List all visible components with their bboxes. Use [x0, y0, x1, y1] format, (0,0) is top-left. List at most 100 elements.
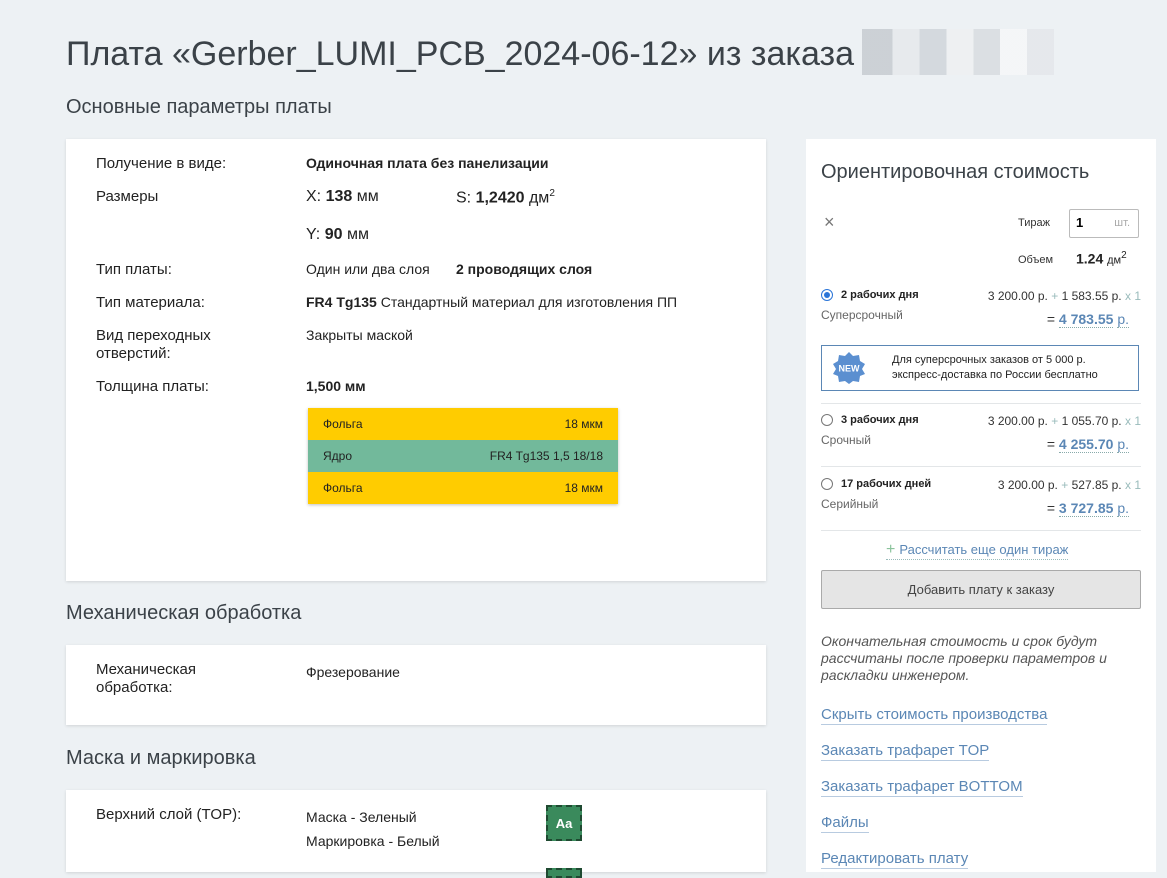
size-y: Y: 90 мм	[306, 226, 369, 244]
volume-number: 1.24	[1076, 250, 1104, 267]
option-radio-urgent[interactable]	[821, 414, 833, 426]
board-type-value: Один или два слоя	[306, 261, 430, 277]
divider	[821, 530, 1141, 531]
option-extra-price: 1 055.70 р.	[1061, 414, 1122, 428]
option-days: 2 рабочих дня	[841, 289, 919, 301]
qty-input[interactable]	[1076, 210, 1104, 235]
stackup-layer-core: Ядро FR4 Tg135 1,5 18/18	[308, 440, 618, 472]
add-board-to-order-button[interactable]: Добавить плату к заказу	[821, 570, 1141, 609]
size-y-label: Y:	[306, 226, 321, 243]
material-label: Тип материала:	[96, 294, 205, 311]
calc-another-run-text: Рассчитать еще один тираж	[899, 542, 1069, 557]
cost-title: Ориентировочная стоимость	[821, 161, 1090, 183]
plus-icon: +	[886, 541, 896, 558]
size-y-value: 90	[324, 226, 343, 243]
option-type: Срочный	[821, 433, 871, 447]
redacted-order-number	[862, 29, 1055, 75]
size-label: Размеры	[96, 188, 159, 205]
option-multiplier: x 1	[1124, 478, 1141, 492]
option-total-currency: р.	[1117, 311, 1129, 328]
option-total-currency: р.	[1117, 500, 1129, 517]
close-icon[interactable]: ×	[824, 212, 835, 233]
stackup-layer-name: Ядро	[323, 449, 353, 463]
stackup-layer-name: Фольга	[323, 481, 363, 495]
stackup-layer-value: 18 мкм	[564, 481, 603, 495]
option-base-price: 3 200.00 р.	[987, 289, 1048, 303]
new-badge-text: NEW	[839, 364, 861, 374]
stackup-layer-foil-bottom: Фольга 18 мкм	[308, 472, 618, 504]
size-s-unit: дм	[528, 189, 550, 207]
thickness-label: Толщина платы:	[96, 378, 209, 395]
option-total: = 4 783.55 р.	[959, 311, 1129, 328]
material-value: FR4 Tg135 Стандартный материал для изгот…	[306, 294, 677, 310]
option-multiplier: x 1	[1124, 414, 1141, 428]
option-eq: =	[1046, 311, 1056, 327]
divider	[821, 466, 1141, 467]
page-title: Плата «Gerber_LUMI_PCB_2024-06-12» из за…	[66, 29, 1055, 79]
size-x-value: 138	[325, 188, 353, 205]
option-radio-serial[interactable]	[821, 478, 833, 490]
stackup-layer-value: 18 мкм	[564, 417, 603, 431]
stackup-layer-value: FR4 Tg135 1,5 18/18	[489, 449, 603, 463]
stackup-layer-name: Фольга	[323, 417, 363, 431]
edit-board-link[interactable]: Редактировать плату	[821, 850, 969, 869]
material-desc: Стандартный материал для изготовления ПП	[380, 294, 678, 310]
option-days: 3 рабочих дня	[841, 414, 919, 426]
option-days: 17 рабочих дней	[841, 478, 932, 490]
option-radio-superurgent[interactable]	[821, 289, 833, 301]
delivery-value: Одиночная плата без панелизации	[306, 155, 549, 171]
promo-line-1: Для суперсрочных заказов от 5 000 р.	[892, 354, 1086, 366]
main-params-card: Получение в виде: Одиночная плата без па…	[66, 139, 766, 581]
option-price-line: 3 200.00 р. + 1 583.55 р. x 1	[971, 289, 1141, 303]
hide-production-cost-link[interactable]: Скрыть стоимость производства	[821, 706, 1048, 725]
delivery-label: Получение в виде:	[96, 155, 227, 172]
order-stencil-top-link[interactable]: Заказать трафарет TOP	[821, 742, 990, 761]
express-promo-banner: NEW Для суперсрочных заказов от 5 000 р.…	[821, 345, 1139, 391]
volume-label: Объем	[1018, 254, 1054, 266]
option-extra-price: 1 583.55 р.	[1061, 289, 1122, 303]
option-total-currency: р.	[1117, 436, 1129, 453]
mask-top-mask: Маска - Зеленый	[306, 809, 417, 825]
size-s-label: S:	[456, 189, 472, 207]
mech-value: Фрезерование	[306, 664, 400, 680]
qty-unit: шт.	[1114, 217, 1130, 229]
qty-label: Тираж	[1018, 217, 1050, 229]
option-base-price: 3 200.00 р.	[997, 478, 1058, 492]
layer-stackup: Фольга 18 мкм Ядро FR4 Tg135 1,5 18/18 Ф…	[308, 408, 618, 504]
promo-text: Для суперсрочных заказов от 5 000 р. экс…	[892, 353, 1098, 383]
option-type: Суперсрочный	[821, 308, 903, 322]
qty-field[interactable]: шт.	[1069, 209, 1139, 238]
calc-another-run-link[interactable]: + Рассчитать еще один тираж	[886, 541, 1069, 560]
board-type-label: Тип платы:	[96, 261, 172, 278]
option-total-value: 3 727.85	[1058, 500, 1114, 517]
files-link[interactable]: Файлы	[821, 814, 869, 833]
size-x: X: 138 мм	[306, 188, 379, 206]
option-price-line: 3 200.00 р. + 527.85 р. x 1	[971, 478, 1141, 492]
mech-label: Механическая обработка:	[96, 661, 197, 696]
option-total-value: 4 783.55	[1058, 311, 1114, 328]
size-y-unit: мм	[346, 226, 369, 243]
section-title-mask: Маска и маркировка	[66, 747, 256, 769]
mask-card: Верхний слой (TOP): Маска - Зеленый Марк…	[66, 790, 766, 878]
volume-sup: 2	[1121, 250, 1127, 261]
mask-color-swatch: Aa	[546, 805, 582, 841]
size-s-sup: 2	[549, 188, 555, 199]
mask-top-marking: Маркировка - Белый	[306, 833, 440, 849]
option-eq: =	[1046, 436, 1056, 452]
section-title-main-params: Основные параметры платы	[66, 96, 332, 118]
size-s-value: 1,2420	[475, 189, 525, 207]
page-title-text: Плата «Gerber_LUMI_PCB_2024-06-12» из за…	[66, 34, 855, 73]
option-total: = 4 255.70 р.	[959, 436, 1129, 453]
size-s: S: 1,2420 дм2	[456, 188, 555, 207]
order-stencil-bottom-link[interactable]: Заказать трафарет BOTTOM	[821, 778, 1023, 797]
option-price-line: 3 200.00 р. + 1 055.70 р. x 1	[971, 414, 1141, 428]
option-base-price: 3 200.00 р.	[987, 414, 1048, 428]
option-plus: +	[1051, 289, 1059, 303]
volume-value: 1.24 дм2	[1076, 250, 1127, 267]
option-multiplier: x 1	[1124, 289, 1141, 303]
stackup-layer-foil-top: Фольга 18 мкм	[308, 408, 618, 440]
thickness-value: 1,500 мм	[306, 378, 366, 394]
mask-color-swatch-bottom	[546, 868, 582, 878]
option-total-value: 4 255.70	[1058, 436, 1114, 453]
mask-top-label: Верхний слой (TOP):	[96, 806, 242, 823]
